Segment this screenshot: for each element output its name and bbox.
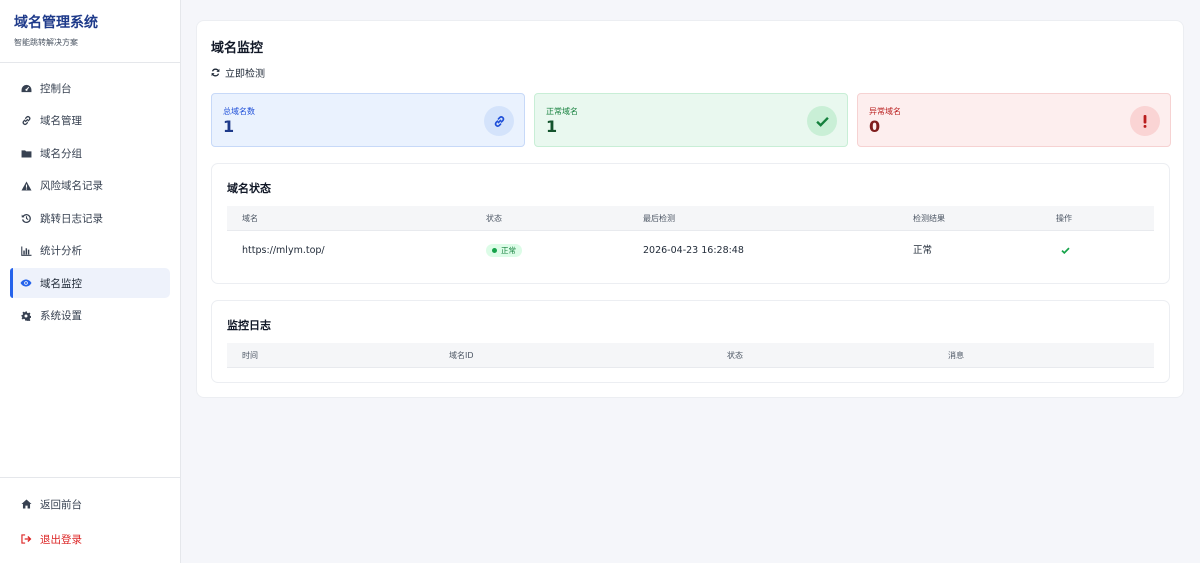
sidebar-item-label: 风险域名记录: [40, 180, 103, 192]
brand: 域名管理系统 智能跳转解决方案: [0, 0, 180, 63]
result-cell: 正常: [913, 245, 933, 256]
stat-value: 1: [223, 117, 235, 136]
sidebar-item-settings[interactable]: 系统设置: [10, 301, 170, 331]
brand-subtitle: 智能跳转解决方案: [14, 38, 78, 47]
eye-icon: [20, 279, 32, 287]
logout-link[interactable]: 退出登录: [10, 524, 170, 554]
sidebar-item-label: 域名分组: [40, 147, 82, 160]
column-header: 最后检测: [643, 214, 675, 223]
gear-icon: [20, 310, 32, 321]
check-now-label: 立即检测: [225, 69, 265, 80]
refresh-icon: [211, 68, 220, 77]
column-header: 操作: [1056, 214, 1072, 223]
stat-value: 1: [546, 117, 558, 136]
sidebar-item-label: 跳转日志记录: [40, 212, 103, 225]
link-icon: [484, 106, 514, 136]
brand-title: 域名管理系统: [14, 15, 98, 31]
sidebar-item-groups[interactable]: 域名分组: [10, 138, 170, 168]
stat-value: 0: [869, 117, 881, 136]
exclamation-icon: [1130, 106, 1160, 136]
sidebar-item-statistics[interactable]: 统计分析: [10, 236, 170, 266]
back-to-front-link[interactable]: 返回前台: [10, 489, 170, 519]
sidebar-nav: 控制台 域名管理 域名分组 风险域名记录 跳转日志记录 统计分析 域名监控 系统…: [0, 63, 180, 331]
status-badge-label: 正常: [501, 246, 516, 255]
warning-icon: [20, 180, 32, 191]
table-header: 域名 状态 最后检测 检测结果 操作: [227, 206, 1154, 231]
column-header: 域名: [242, 214, 258, 223]
panel-title: 监控日志: [227, 319, 271, 332]
column-header: 消息: [948, 351, 964, 360]
check-now-button[interactable]: 立即检测: [211, 65, 265, 80]
column-header: 域名ID: [449, 351, 474, 360]
table-header: 时间 域名ID 状态 消息: [227, 343, 1154, 368]
sidebar-item-label: 系统设置: [40, 310, 82, 322]
logout-icon: [20, 534, 32, 544]
action-cell: [1061, 232, 1070, 270]
sidebar-item-redirect-logs[interactable]: 跳转日志记录: [10, 203, 170, 233]
sidebar-item-label: 控制台: [40, 82, 72, 95]
stat-label: 正常域名: [546, 107, 578, 116]
check-icon[interactable]: [1061, 247, 1070, 254]
page-title: 域名监控: [211, 41, 264, 56]
domain-status-panel: 域名状态 域名 状态 最后检测 检测结果 操作 https://mlym.top…: [211, 163, 1170, 284]
column-header: 状态: [486, 214, 502, 223]
stat-label: 异常域名: [869, 107, 901, 116]
link-icon: [20, 115, 32, 126]
table-row: https://mlym.top/ 正常 2026-04-23 16:28:48…: [227, 232, 1154, 270]
column-header: 检测结果: [913, 214, 945, 223]
sidebar-item-label: 退出登录: [40, 533, 82, 546]
sidebar-item-monitoring[interactable]: 域名监控: [10, 268, 170, 298]
history-icon: [20, 213, 32, 224]
sidebar-item-label: 统计分析: [40, 245, 82, 257]
column-header: 状态: [727, 351, 743, 360]
sidebar-item-domains[interactable]: 域名管理: [10, 106, 170, 136]
stat-normal-domains: 正常域名 1: [534, 93, 848, 147]
sidebar-item-risk-records[interactable]: 风险域名记录: [10, 171, 170, 201]
sidebar-item-label: 返回前台: [40, 498, 82, 511]
stat-total-domains: 总域名数 1: [211, 93, 525, 147]
folder-icon: [20, 149, 32, 158]
home-icon: [20, 499, 32, 509]
dashboard-icon: [20, 84, 32, 93]
bar-chart-icon: [20, 245, 32, 256]
stat-abnormal-domains: 异常域名 0: [857, 93, 1171, 147]
sidebar-footer: 返回前台 退出登录: [0, 477, 180, 559]
sidebar-item-label: 域名监控: [40, 277, 82, 290]
sidebar-item-dashboard[interactable]: 控制台: [10, 73, 170, 103]
check-icon: [807, 106, 837, 136]
panel-title: 域名状态: [227, 182, 271, 195]
sidebar-item-label: 域名管理: [40, 115, 82, 127]
stat-label: 总域名数: [223, 107, 255, 116]
column-header: 时间: [242, 351, 258, 360]
monitor-log-panel: 监控日志 时间 域名ID 状态 消息: [211, 300, 1170, 383]
sidebar: 域名管理系统 智能跳转解决方案 控制台 域名管理 域名分组 风险域名记录 跳转日…: [0, 0, 181, 563]
monitor-card: 域名监控 立即检测 总域名数 1 正常域名 1 异常域名 0 域名状态 域名 状…: [196, 20, 1184, 398]
last-check-cell: 2026-04-23 16:28:48: [643, 245, 744, 256]
domain-cell: https://mlym.top/: [242, 245, 325, 256]
status-badge: 正常: [486, 244, 522, 257]
status-dot: [492, 248, 497, 253]
status-cell: 正常: [486, 232, 522, 270]
